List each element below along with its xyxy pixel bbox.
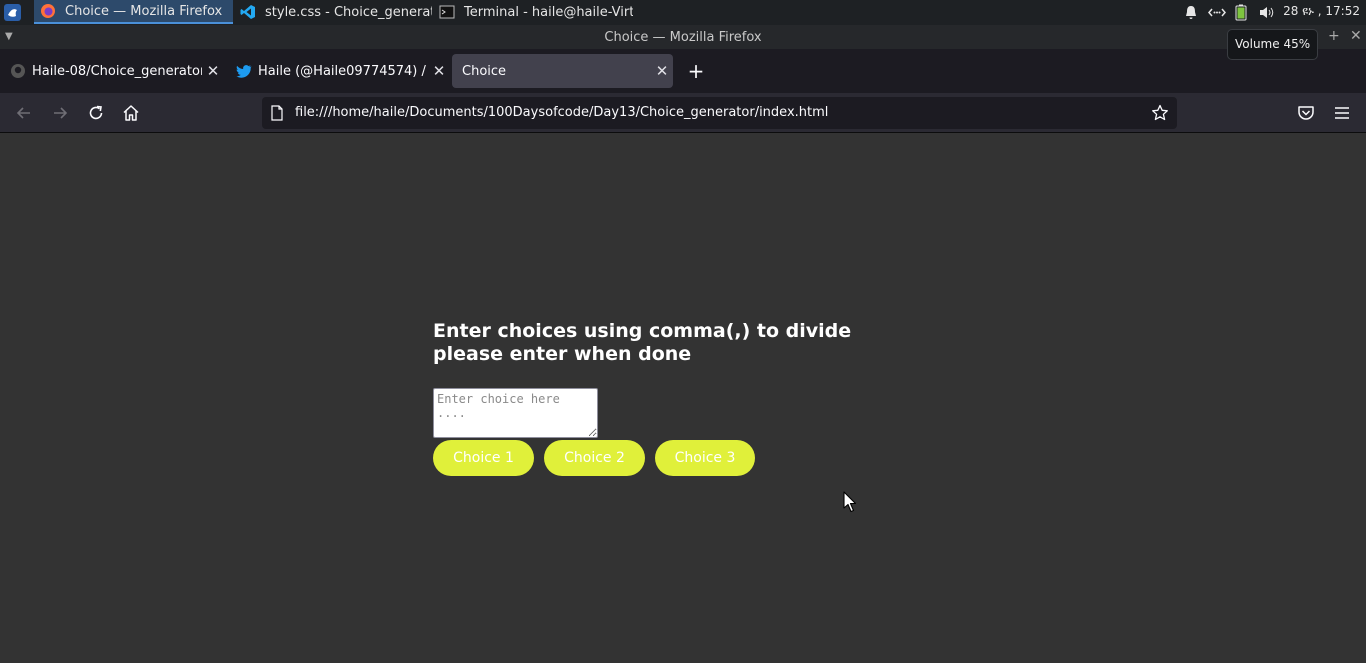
window-title: Choice — Mozilla Firefox [604,30,762,45]
clock[interactable]: 28 ዩኑ , 17:52 [1283,4,1360,19]
terminal-icon [439,5,455,19]
taskbar-item-label: style.css - Choice_generator... [265,4,432,20]
tab-label: Choice [462,63,507,79]
github-icon [11,64,25,78]
home-icon[interactable] [121,103,141,123]
taskbar-item-label: Terminal - haile@haile-Virtu... [464,4,633,20]
nav-toolbar: file:///home/haile/Documents/100Daysofco… [0,93,1366,133]
url-bar[interactable]: file:///home/haile/Documents/100Daysofco… [262,97,1177,129]
battery-icon[interactable] [1235,4,1247,21]
tab-label: Haile-08/Choice_generator [32,63,202,79]
os-taskbar: Choice — Mozilla Firefox style.css - Cho… [0,0,1366,25]
choice-3-button[interactable]: Choice 3 [655,440,755,476]
choice-input[interactable] [433,388,598,438]
notification-bell-icon[interactable] [1183,4,1199,21]
hamburger-menu-icon[interactable] [1332,103,1352,123]
choice-2-button[interactable]: Choice 2 [544,440,645,476]
close-tab-icon[interactable]: ✕ [202,62,224,80]
tab-twitter[interactable]: Haile (@Haile09774574) / Twitter ✕ [226,54,450,88]
taskbar-item-label: Choice — Mozilla Firefox [65,3,223,19]
instruction-heading: Enter choices using comma(,) to divide p… [433,320,873,366]
instruction-line-2: please enter when done [433,343,692,365]
volume-tooltip: Volume 45% [1227,29,1319,60]
window-titlebar[interactable]: ▼ Choice — Mozilla Firefox – + ✕ [0,25,1366,49]
network-icon[interactable] [1208,4,1226,21]
mouse-pointer-icon [843,491,857,513]
close-tab-icon[interactable]: ✕ [651,62,673,80]
firefox-icon [41,4,55,18]
close-window-icon[interactable]: ✕ [1350,28,1362,44]
instruction-line-1: Enter choices using comma(,) to divide [433,320,852,342]
taskbar-item-firefox[interactable]: Choice — Mozilla Firefox [34,0,233,24]
close-tab-icon[interactable]: ✕ [428,62,450,80]
pocket-icon[interactable] [1296,103,1316,123]
bookmark-star-icon[interactable] [1151,104,1169,122]
new-tab-button[interactable]: + [685,58,707,84]
whisker-menu-icon[interactable] [4,4,21,21]
volume-icon[interactable] [1258,4,1275,21]
url-text[interactable]: file:///home/haile/Documents/100Daysofco… [295,105,828,120]
taskbar-item-vscode[interactable]: style.css - Choice_generator... [234,0,432,24]
taskbar-item-terminal[interactable]: Terminal - haile@haile-Virtu... [433,0,633,24]
back-arrow-icon[interactable] [14,103,34,123]
tab-choice[interactable]: Choice ✕ [452,54,673,88]
vscode-icon [240,5,255,19]
tab-github[interactable]: Haile-08/Choice_generator ✕ [0,54,224,88]
tab-label: Haile (@Haile09774574) / Twitter [258,63,428,79]
page-icon [271,105,283,121]
page-content: Enter choices using comma(,) to divide p… [0,134,1366,663]
tab-strip: Haile-08/Choice_generator ✕ Haile (@Hail… [0,49,1366,93]
reload-icon[interactable] [86,103,106,123]
maximize-icon[interactable]: + [1328,28,1340,44]
choice-1-button[interactable]: Choice 1 [433,440,534,476]
twitter-icon [236,65,252,78]
forward-arrow-icon[interactable] [50,103,70,123]
